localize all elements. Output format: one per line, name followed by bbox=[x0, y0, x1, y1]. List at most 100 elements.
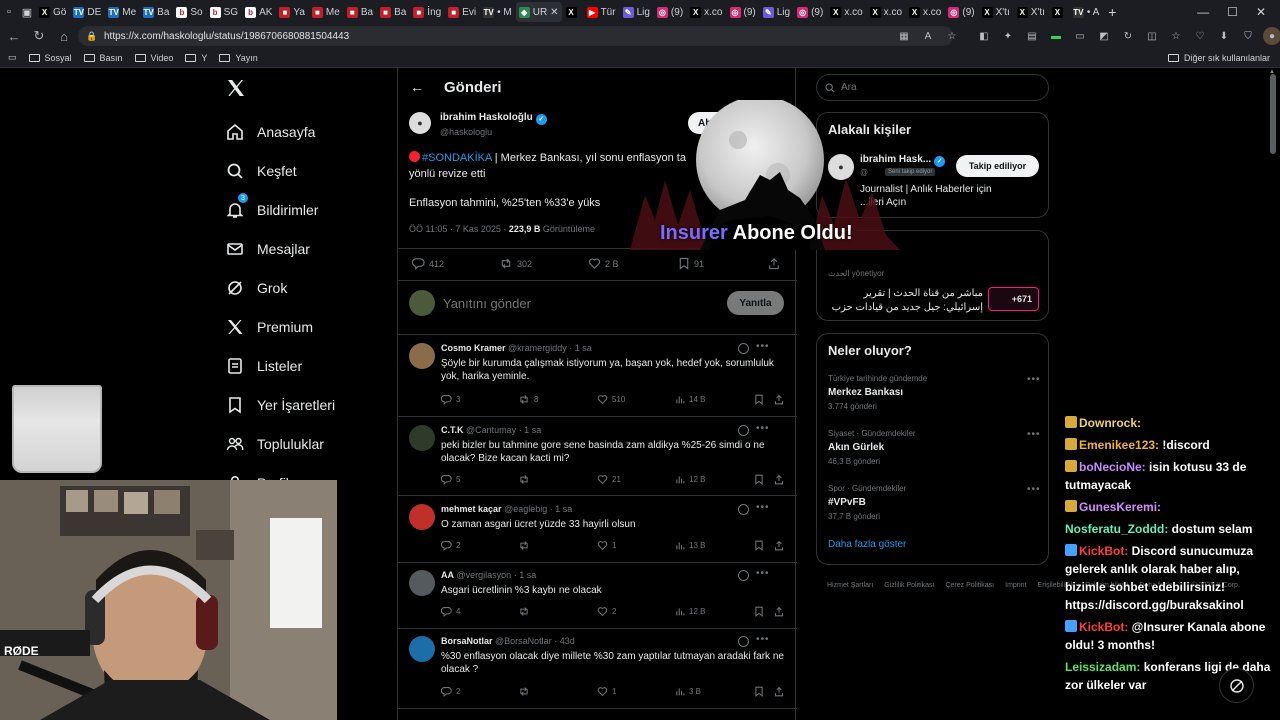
browser-tab[interactable]: ◎ (9) bbox=[727, 2, 759, 22]
browser-tab[interactable]: ■ Ba bbox=[377, 2, 409, 22]
nav-item-premium[interactable]: Premium bbox=[226, 307, 335, 346]
browser-tab[interactable]: ◎ (9) bbox=[794, 2, 826, 22]
favorites-icon[interactable]: ☆ bbox=[1167, 27, 1185, 45]
footer-link[interactable]: Gizlilik Politikası bbox=[884, 582, 934, 589]
grok-icon[interactable] bbox=[738, 636, 749, 647]
repost-action[interactable] bbox=[518, 686, 534, 697]
like-action[interactable]: 2 B bbox=[588, 257, 619, 270]
bookmark-action[interactable]: 91 bbox=[678, 257, 704, 270]
downloads-icon[interactable]: ⬇ bbox=[1215, 27, 1233, 45]
browser-tab[interactable]: ■ Me bbox=[309, 2, 343, 22]
extension-icon[interactable]: ◩ bbox=[1095, 27, 1113, 45]
read-aloud-icon[interactable]: A bbox=[919, 27, 937, 45]
bookmarks-menu-icon[interactable]: ▭ bbox=[8, 52, 17, 63]
like-action[interactable]: 1 bbox=[597, 686, 616, 697]
browser-tab[interactable]: TV • M bbox=[480, 2, 515, 22]
browser-tab[interactable]: ✎ Lig bbox=[620, 2, 653, 22]
browser-tab[interactable]: ◎ (9) bbox=[654, 2, 686, 22]
reply-action[interactable]: 2 bbox=[441, 540, 460, 551]
more-options-icon[interactable]: ••• bbox=[756, 502, 770, 513]
extension-icon[interactable]: ▭ bbox=[1071, 27, 1089, 45]
tweet-author[interactable]: ● ibrahim Haskoloğlu ✓ @haskologlu bbox=[409, 112, 547, 137]
reply-action[interactable]: 3 bbox=[441, 394, 460, 405]
avatar[interactable] bbox=[409, 343, 435, 369]
share-action[interactable] bbox=[774, 474, 788, 485]
search-input[interactable]: Ara bbox=[816, 74, 1049, 101]
browser-tab[interactable]: ■ Evi bbox=[445, 2, 479, 22]
browser-tab[interactable]: TV • A bbox=[1070, 2, 1102, 22]
more-options-icon[interactable]: ••• bbox=[1027, 374, 1041, 385]
sync-icon[interactable]: ↻ bbox=[1119, 27, 1137, 45]
views-action[interactable]: 12 B bbox=[675, 474, 705, 485]
browser-tab[interactable]: ■ İng bbox=[410, 2, 444, 22]
grok-chat-button[interactable] bbox=[1219, 668, 1254, 703]
following-button[interactable]: Takip ediliyor bbox=[956, 155, 1039, 177]
back-arrow-icon[interactable]: ← bbox=[410, 79, 426, 95]
bookmark-action[interactable] bbox=[754, 686, 768, 697]
browser-tab[interactable]: ✎ Lig bbox=[760, 2, 793, 22]
new-tab-button[interactable]: + bbox=[1103, 0, 1121, 24]
show-more-link[interactable]: Daha fazla göster bbox=[828, 539, 906, 550]
bookmark-action[interactable] bbox=[754, 474, 768, 485]
close-window-icon[interactable]: ✕ bbox=[1256, 5, 1266, 19]
browser-tab[interactable]: Xx.co bbox=[827, 2, 865, 22]
browser-tab[interactable]: ■ Ya bbox=[276, 2, 308, 22]
browser-tab[interactable]: TV DE bbox=[70, 2, 104, 22]
repost-action[interactable] bbox=[518, 606, 534, 617]
more-options-icon[interactable]: ••• bbox=[756, 568, 770, 579]
reply-action[interactable]: 5 bbox=[441, 474, 460, 485]
trend-item[interactable]: Spor · Gündemdekiler #VPvFB 37,7 B gönderi… bbox=[828, 484, 1040, 521]
views-action[interactable]: 3 B bbox=[675, 686, 701, 697]
grok-icon[interactable] bbox=[738, 504, 749, 515]
grok-icon[interactable] bbox=[738, 570, 749, 581]
avatar[interactable]: ● bbox=[409, 112, 431, 134]
url-field[interactable]: 🔒 https://x.com/haskologlu/status/198670… bbox=[78, 26, 953, 46]
avatar[interactable]: ● bbox=[1263, 27, 1280, 45]
bookmark-action[interactable] bbox=[754, 394, 768, 405]
browser-tab[interactable]: ◆ UR ✕ bbox=[515, 2, 562, 22]
views-action[interactable]: 13 B bbox=[675, 540, 705, 551]
browser-tab[interactable]: X X'tı bbox=[1014, 2, 1048, 22]
reply-tweet[interactable]: mehmet kaçar @eaglebig · 1 sa ••• O zaman … bbox=[398, 497, 797, 563]
refresh-icon[interactable]: ↻ bbox=[28, 25, 50, 47]
repost-action[interactable] bbox=[518, 474, 534, 485]
nav-item-grok[interactable]: Grok bbox=[226, 268, 335, 307]
browser-tab[interactable]: X X'tı bbox=[979, 2, 1013, 22]
reply-action[interactable]: 2 bbox=[441, 686, 460, 697]
home-browser-icon[interactable]: ⌂ bbox=[53, 25, 75, 47]
x-logo-icon[interactable] bbox=[226, 78, 246, 98]
hashtag-link[interactable]: #SONDAKİKA bbox=[422, 152, 492, 164]
browser-tab[interactable]: Xx.co bbox=[867, 2, 905, 22]
reply-tweet[interactable]: C.T.K @Cantumay · 1 sa ••• peki bizler bu … bbox=[398, 418, 797, 496]
grok-icon[interactable] bbox=[738, 425, 749, 436]
close-tab-icon[interactable]: ✕ bbox=[550, 7, 558, 18]
extension-icon[interactable]: ✦ bbox=[999, 27, 1017, 45]
reply-action[interactable]: 412 bbox=[412, 257, 444, 270]
views-action[interactable]: 12 B bbox=[675, 606, 705, 617]
page-scrollbar[interactable] bbox=[1270, 74, 1276, 154]
extension-icon[interactable]: ◧ bbox=[975, 27, 993, 45]
browser-tab[interactable]: b AK bbox=[242, 2, 275, 22]
trend-item[interactable]: Türkiye tarihinde gündemde Merkez Bankası… bbox=[828, 374, 1041, 411]
browser-tab[interactable]: Xx.co bbox=[687, 2, 725, 22]
nav-item-topluluklar[interactable]: Topluluklar bbox=[226, 424, 335, 463]
reply-input[interactable] bbox=[443, 295, 713, 311]
browser-tab[interactable]: X bbox=[563, 2, 583, 22]
repost-action[interactable] bbox=[518, 540, 534, 551]
bookmark-action[interactable] bbox=[754, 540, 768, 551]
like-action[interactable]: 21 bbox=[597, 474, 621, 485]
bookmark-action[interactable] bbox=[754, 606, 768, 617]
bookmark-folder[interactable]: Video bbox=[134, 53, 173, 63]
like-action[interactable]: 2 bbox=[597, 606, 616, 617]
more-options-icon[interactable]: ••• bbox=[756, 341, 770, 352]
reader-icon[interactable]: ▦ bbox=[895, 27, 913, 45]
nav-item-yer-i-şaretleri[interactable]: Yer İşaretleri bbox=[226, 385, 335, 424]
bookmark-folder[interactable]: Sosyal bbox=[28, 53, 72, 63]
other-bookmarks[interactable]: Diğer sık kullanılanlar bbox=[1167, 53, 1270, 63]
share-action[interactable] bbox=[774, 686, 788, 697]
nav-item-mesajlar[interactable]: Mesajlar bbox=[226, 229, 335, 268]
browser-tab[interactable]: ◎ (9) bbox=[945, 2, 977, 22]
bookmark-folder[interactable]: Yayın bbox=[219, 53, 258, 63]
browser-tab[interactable]: X Gö bbox=[36, 2, 69, 22]
minimize-icon[interactable]: — bbox=[1197, 5, 1209, 19]
